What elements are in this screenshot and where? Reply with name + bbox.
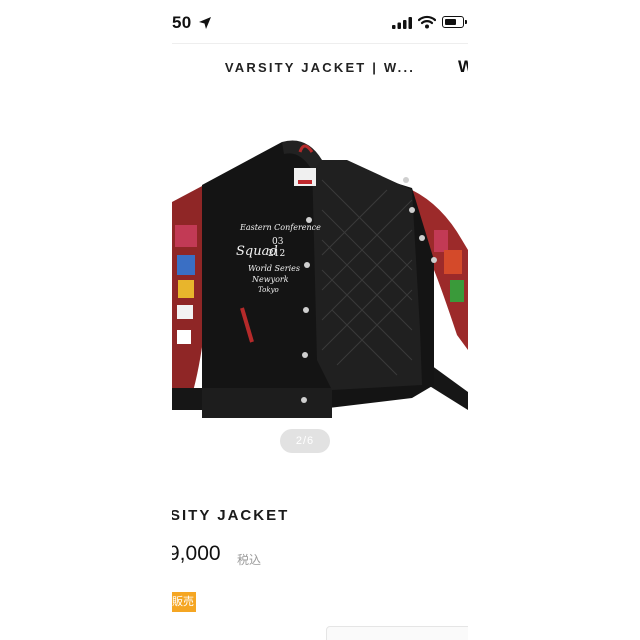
embroidery-line3: World Series <box>248 264 300 273</box>
header-divider <box>172 43 468 44</box>
product-image[interactable]: Eastern Conference Squad 03 212 World Se… <box>172 130 468 420</box>
tax-label: 税込 <box>237 553 262 567</box>
battery-fill <box>444 18 456 25</box>
sleeve-patch <box>175 225 197 247</box>
jacket-hem <box>202 388 332 418</box>
sleeve-patch <box>178 280 194 298</box>
left-cuff <box>172 388 202 410</box>
header-logo-fragment[interactable]: W <box>458 57 468 77</box>
sleeve-patch <box>450 280 464 302</box>
brand-tag <box>298 180 312 184</box>
bottom-action-box[interactable] <box>326 626 468 640</box>
sleeve-patch <box>177 330 191 344</box>
location-arrow-icon <box>199 17 211 29</box>
sleeve-patch <box>444 250 462 274</box>
embroidery-line4: Newyork <box>251 275 289 284</box>
sleeve-patch <box>177 255 195 275</box>
status-time: 50 <box>172 13 192 32</box>
embroidery-num1: 03 <box>272 237 284 247</box>
gallery-page-indicator: 2/6 <box>280 429 330 453</box>
product-price: 9,000 <box>172 542 221 565</box>
sleeve-patch <box>177 305 193 319</box>
product-name: SITY JACKET <box>172 507 290 524</box>
wifi-icon <box>418 15 436 29</box>
phone-screen: 50 VARSITY JACKET | W... W Eastern Confe… <box>172 0 468 640</box>
embroidery-num2: 212 <box>268 249 285 259</box>
page-title: VARSITY JACKET | W... <box>224 60 416 75</box>
signal-icon <box>392 17 412 29</box>
battery-icon <box>442 16 467 28</box>
embroidery-line5: Tokyo <box>258 286 279 294</box>
status-badge: 販売 <box>172 592 196 612</box>
embroidery-line1: Eastern Conference <box>239 223 321 232</box>
sleeve-patch <box>434 230 448 252</box>
